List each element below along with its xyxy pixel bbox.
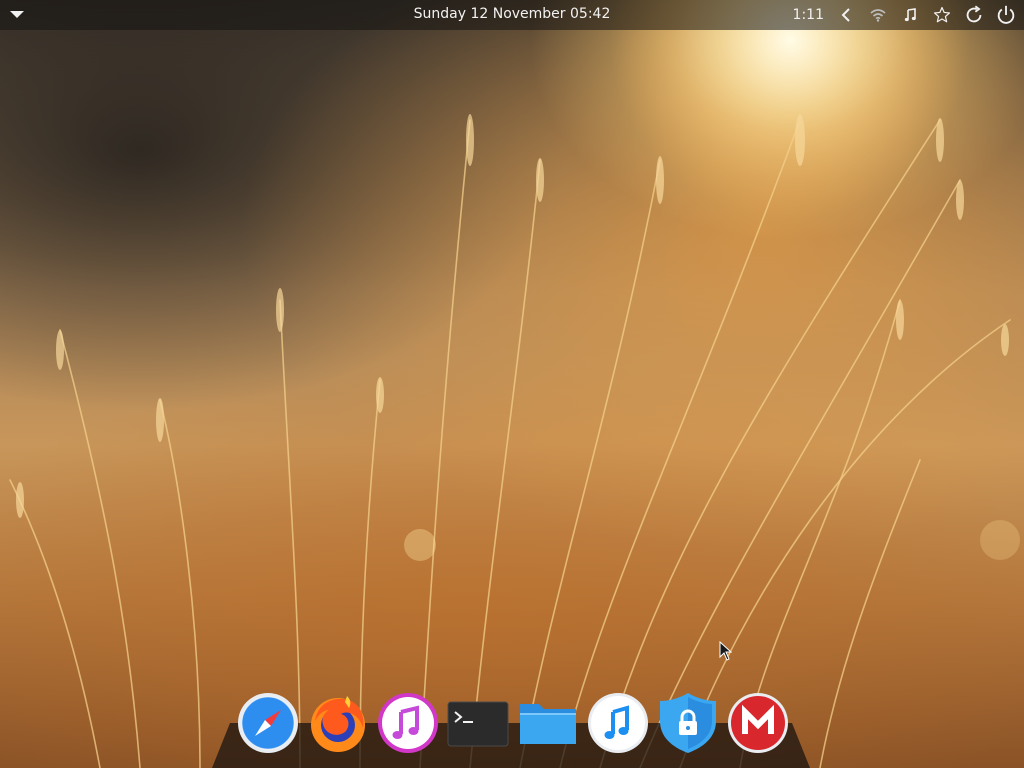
chevron-left-icon[interactable] xyxy=(834,0,858,30)
wifi-icon[interactable] xyxy=(866,0,890,30)
power-icon[interactable] xyxy=(994,0,1018,30)
battery-time[interactable]: 1:11 xyxy=(793,0,824,30)
vpn-shield-icon[interactable] xyxy=(656,691,720,755)
clock-text[interactable]: Sunday 12 November 05:42 xyxy=(414,6,611,22)
star-icon[interactable] xyxy=(930,0,954,30)
mega-icon[interactable] xyxy=(726,691,790,755)
terminal-icon[interactable] xyxy=(446,691,510,755)
menu-down-icon[interactable] xyxy=(10,11,24,18)
wallpaper-grass xyxy=(0,0,1024,768)
dock xyxy=(236,690,790,756)
system-tray: 1:11 xyxy=(793,0,1024,30)
music-blue-icon[interactable] xyxy=(586,691,650,755)
itunes-pink-icon[interactable] xyxy=(376,691,440,755)
mouse-cursor-icon xyxy=(719,641,733,661)
music-note-icon[interactable] xyxy=(898,0,922,30)
desktop: Sunday 12 November 05:42 1:11 xyxy=(0,0,1024,768)
firefox-icon[interactable] xyxy=(306,691,370,755)
safari-icon[interactable] xyxy=(236,691,300,755)
top-panel: Sunday 12 November 05:42 1:11 xyxy=(0,0,1024,30)
refresh-icon[interactable] xyxy=(962,0,986,30)
files-folder-icon[interactable] xyxy=(516,691,580,755)
